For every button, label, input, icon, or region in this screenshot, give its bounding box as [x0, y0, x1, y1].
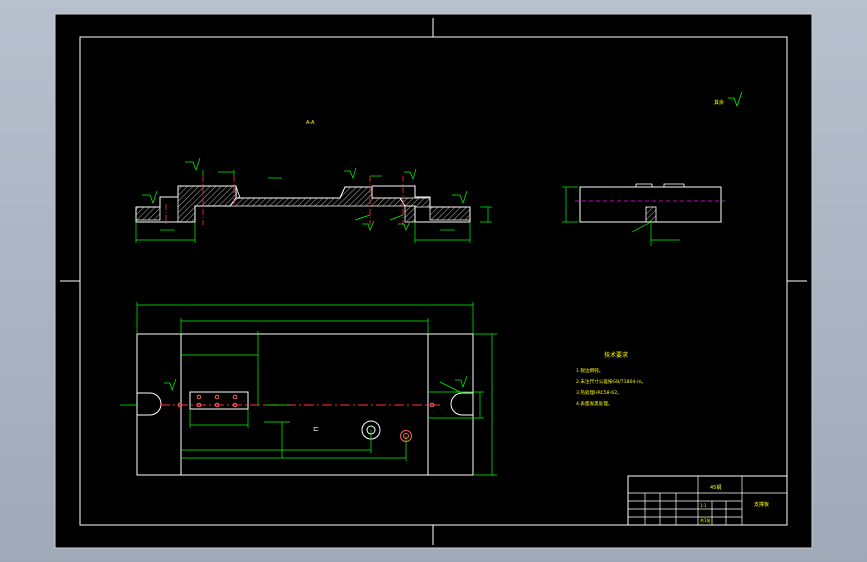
plan-view-mark: ⊏ [313, 425, 319, 433]
section-hatch-right [429, 206, 471, 221]
roughness-note-text: 其余 [714, 99, 724, 106]
tech-requirement-2: 2.未注尺寸公差按GB/T1804-m。 [576, 378, 646, 385]
title-block-part-name: 支撑板 [754, 501, 769, 508]
drawing-sheet [54, 13, 813, 549]
tech-requirement-3: 3.热处理HRC58-62。 [576, 389, 622, 396]
side-view-hole [645, 206, 657, 223]
cad-drawing: A-A 其余 ⊏ 技术要求 1.锐边倒钝。 2.未注尺寸公差按GB/T1804-… [54, 13, 813, 549]
tech-requirements-title: 技术要求 [604, 351, 628, 359]
cad-viewport[interactable]: A-A 其余 ⊏ 技术要求 1.锐边倒钝。 2.未注尺寸公差按GB/T1804-… [0, 0, 867, 562]
title-block-material: 45钢 [710, 484, 721, 491]
tech-requirement-4: 4.表面发黑处理。 [576, 400, 613, 407]
tech-requirement-1: 1.锐边倒钝。 [576, 367, 603, 374]
section-hatch-left [135, 206, 161, 221]
title-block-sheet: 共1张 [700, 517, 711, 523]
title-block-scale: 1:1 [700, 503, 707, 508]
section-label: A-A [306, 120, 315, 126]
